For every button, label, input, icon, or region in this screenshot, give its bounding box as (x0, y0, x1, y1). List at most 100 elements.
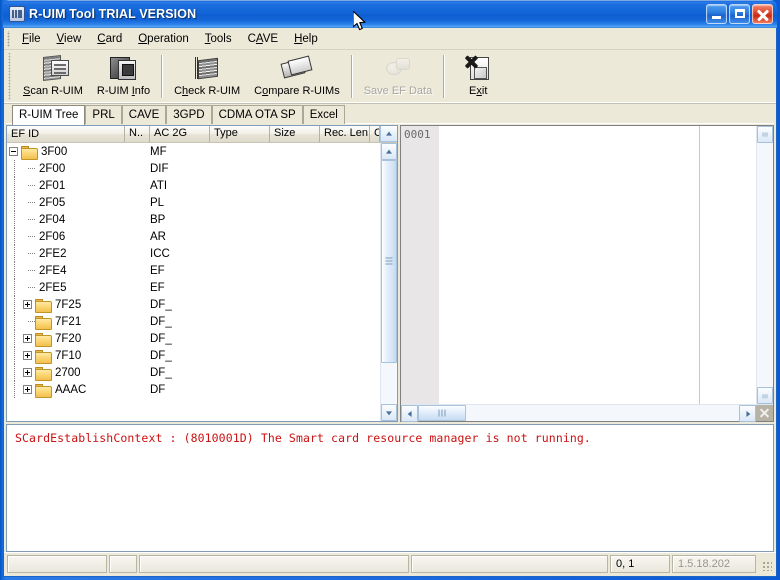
hex-content-area[interactable] (439, 126, 700, 404)
tree-cell-ef-id: 2700 (7, 364, 125, 381)
table-row[interactable]: 7F25 DF_ (7, 296, 380, 313)
menu-item-file[interactable]: File (14, 30, 49, 48)
tree-scroll-up-button[interactable] (381, 143, 397, 160)
log-output-pane[interactable]: SCardEstablishContext : (8010001D) The S… (6, 424, 774, 552)
table-row[interactable]: AAAC DF (7, 381, 380, 398)
title-bar: R-UIM Tool TRIAL VERSION (3, 0, 777, 28)
hex-hscroll-track[interactable] (418, 405, 739, 421)
tree-indent-guide (7, 313, 21, 330)
table-row[interactable]: 2F04 BP (7, 211, 380, 228)
tree-expander-cell[interactable] (21, 381, 35, 398)
expand-icon[interactable] (23, 368, 32, 377)
hex-hscroll-grip (438, 409, 446, 417)
table-row[interactable]: 2F00 DIF (7, 160, 380, 177)
column-header-ac-2g[interactable]: AC 2G (150, 126, 210, 142)
hex-horizontal-scrollbar[interactable] (401, 404, 773, 422)
tab-cdma-ota-sp[interactable]: CDMA OTA SP (211, 105, 303, 124)
tab-ruim-tree[interactable]: R-UIM Tree (12, 105, 86, 125)
tree-cell-ef-id: 2FE2 (7, 245, 125, 262)
tree-cell-type: MF (150, 145, 167, 158)
menu-item-cave[interactable]: CAVE (240, 30, 286, 48)
tab-excel[interactable]: Excel (302, 105, 345, 124)
tree-indent-guide (7, 177, 21, 194)
status-bar: 0, 1 1.5.18.202 (4, 552, 776, 576)
scan-ruim-button[interactable]: Scan R-UIM (16, 50, 90, 103)
tree-indent-guide (7, 279, 21, 296)
tree-expander-cell[interactable] (21, 296, 35, 313)
tree-indent-guide (7, 228, 21, 245)
hex-scroll-up-button[interactable] (757, 126, 773, 143)
tree-item-label: 2FE2 (39, 247, 67, 260)
column-header-size[interactable]: Size (270, 126, 320, 142)
table-row[interactable]: 2F05 PL (7, 194, 380, 211)
table-row[interactable]: 7F21 DF_ (7, 313, 380, 330)
hex-ascii-area[interactable] (700, 126, 756, 404)
tree-item-label: 7F21 (55, 315, 82, 328)
table-row[interactable]: 2F01 ATI (7, 177, 380, 194)
hex-scroll-left-button[interactable] (401, 405, 418, 422)
collapse-icon[interactable] (9, 147, 18, 156)
column-header-n[interactable]: N.. (125, 126, 150, 142)
table-row[interactable]: 2FE2 ICC (7, 245, 380, 262)
tab-3gpd[interactable]: 3GPD (166, 105, 212, 124)
table-row[interactable]: 7F20 DF_ (7, 330, 380, 347)
table-row[interactable]: 2F06 AR (7, 228, 380, 245)
tree-vertical-scrollbar[interactable] (380, 143, 397, 421)
status-version: 1.5.18.202 (672, 555, 756, 573)
menu-item-help[interactable]: Help (286, 30, 326, 48)
compare-ruims-button[interactable]: Compare R-UIMs (247, 50, 347, 103)
expand-icon[interactable] (23, 351, 32, 360)
expand-icon[interactable] (23, 334, 32, 343)
hex-vertical-scrollbar[interactable] (756, 126, 773, 404)
table-row[interactable]: 2FE4 EF (7, 262, 380, 279)
menu-item-view[interactable]: View (49, 30, 90, 48)
column-header-ef-id[interactable]: EF ID (7, 126, 125, 142)
tree-expander-cell[interactable] (7, 143, 21, 160)
menu-item-tools[interactable]: Tools (197, 30, 240, 48)
tree-item-label: 2700 (55, 366, 81, 379)
table-row[interactable]: 2FE5 EF (7, 279, 380, 296)
minimize-button[interactable] (706, 4, 727, 24)
tree-expander-cell[interactable] (21, 330, 35, 347)
tree-row-list[interactable]: 3F00 MF 2F00 DIF 2F01 ATI 2F05 PL 2F04 BP 2F06 AR 2F… (7, 143, 380, 421)
expand-icon[interactable] (23, 300, 32, 309)
column-header-count[interactable]: Count (370, 126, 380, 142)
expand-icon[interactable] (23, 385, 32, 394)
menu-item-operation[interactable]: Operation (130, 30, 197, 48)
tree-scroll-track[interactable] (381, 160, 397, 404)
check-ruim-button[interactable]: Check R-UIM (167, 50, 247, 103)
tree-expander-cell[interactable] (21, 347, 35, 364)
exit-button[interactable]: Exit (449, 50, 507, 103)
hex-hscroll-thumb[interactable] (418, 405, 466, 421)
column-header-rec-len[interactable]: Rec. Len (320, 126, 370, 142)
table-row[interactable]: 2700 DF_ (7, 364, 380, 381)
resize-grip[interactable] (758, 555, 774, 573)
tree-cell-type: EF (150, 281, 165, 294)
tree-item-label: 2F04 (39, 213, 66, 226)
tree-line-stub (28, 253, 35, 254)
menu-item-card[interactable]: Card (89, 30, 130, 48)
hex-scroll-track[interactable] (757, 143, 773, 387)
tree-scroll-thumb[interactable] (381, 160, 397, 363)
toolbar-grip[interactable] (7, 53, 13, 100)
column-header-type[interactable]: Type (210, 126, 270, 142)
tree-expander-cell[interactable] (21, 364, 35, 381)
tree-item-label: 2F05 (39, 196, 66, 209)
tree-expander-cell (21, 313, 35, 330)
menu-grip[interactable] (6, 30, 12, 47)
table-row[interactable]: 7F10 DF_ (7, 347, 380, 364)
ruim-info-button[interactable]: R-UIM Info (90, 50, 157, 103)
folder-icon (35, 383, 52, 398)
tab-cave[interactable]: CAVE (121, 105, 167, 124)
hex-scroll-right-button[interactable] (739, 405, 756, 422)
hex-scrollbar-corner (756, 405, 773, 421)
maximize-button[interactable] (729, 4, 750, 24)
close-button[interactable] (752, 4, 773, 24)
table-row[interactable]: 3F00 MF (7, 143, 380, 160)
tree-scroll-up-corner[interactable] (380, 126, 397, 142)
exit-icon (460, 54, 496, 84)
client-area: File View Card Operation Tools CAVE Help… (3, 28, 777, 577)
tree-scroll-down-button[interactable] (381, 404, 397, 421)
tab-prl[interactable]: PRL (85, 105, 122, 124)
hex-scroll-down-button[interactable] (757, 387, 773, 404)
